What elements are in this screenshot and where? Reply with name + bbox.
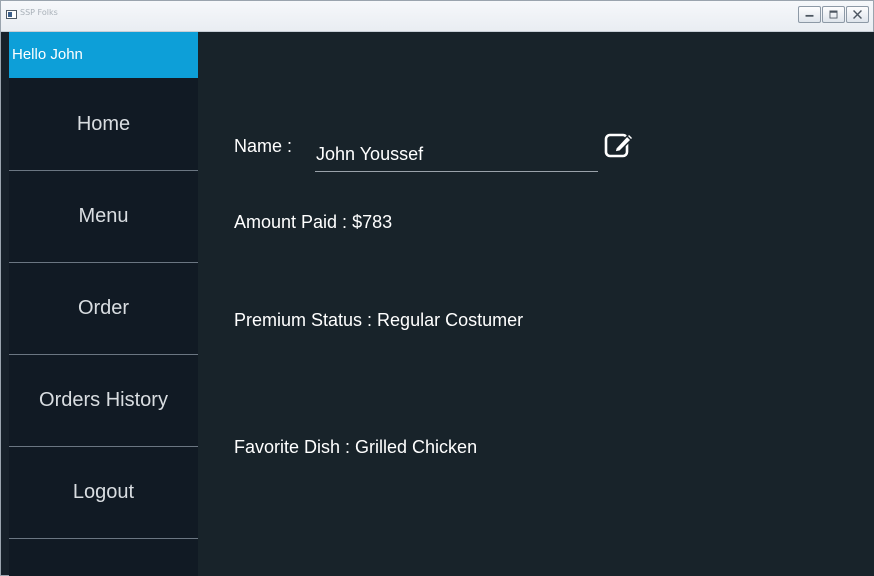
minimize-button[interactable] <box>798 6 821 23</box>
sidebar-item-label: Home <box>76 113 131 135</box>
sidebar-item-label: Order <box>77 297 130 319</box>
sidebar-item-label: Orders History <box>39 389 168 411</box>
app-window-icon <box>6 10 17 19</box>
name-label: Name : <box>234 136 293 156</box>
window-controls <box>798 6 869 23</box>
sidebar: Hello John Home Menu Order Orders Histor… <box>9 32 198 576</box>
close-icon <box>853 10 862 19</box>
sidebar-item-home[interactable]: Home <box>9 79 198 171</box>
premium-status-text: Premium Status : Regular Costumer <box>234 310 524 330</box>
sidebar-item-order[interactable]: Order <box>9 263 198 355</box>
sidebar-item-label: Menu <box>78 205 129 227</box>
name-input[interactable] <box>315 132 598 172</box>
sidebar-item-logout[interactable]: Logout <box>9 447 198 539</box>
sidebar-item-label: Logout <box>72 481 135 503</box>
close-button[interactable] <box>846 6 869 23</box>
amount-paid-text: Amount Paid : $783 <box>234 212 393 232</box>
sidebar-item-menu[interactable]: Menu <box>9 171 198 263</box>
profile-panel: Name : Amount Paid : $783 Premium Status… <box>198 32 874 576</box>
maximize-button[interactable] <box>822 6 845 23</box>
app-window: SSP Folks Hello John Home Menu Order Ord… <box>0 0 874 576</box>
edit-icon[interactable] <box>604 130 636 158</box>
favorite-dish-text: Favorite Dish : Grilled Chicken <box>234 437 478 457</box>
sidebar-item-orders-history[interactable]: Orders History <box>9 355 198 447</box>
maximize-icon <box>829 10 838 19</box>
window-title: SSP Folks <box>20 8 58 17</box>
minimize-icon <box>805 14 814 17</box>
title-bar[interactable]: SSP Folks <box>1 1 873 32</box>
greeting-banner: Hello John <box>9 32 198 78</box>
